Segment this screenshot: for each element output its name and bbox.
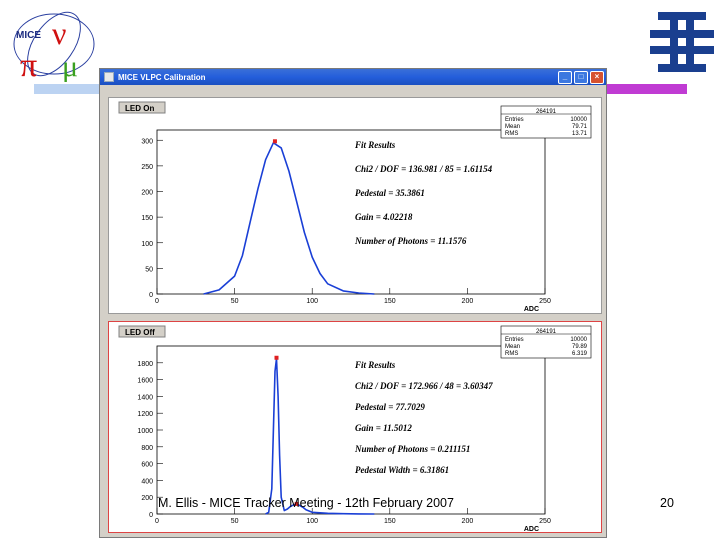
fit-result-line: Gain = 11.5012 <box>355 423 412 433</box>
svg-text:MICE: MICE <box>16 30 41 41</box>
svg-text:π: π <box>20 47 37 82</box>
stats-label: Mean <box>505 344 520 350</box>
window-icon <box>104 72 114 82</box>
x-tick-label: 250 <box>539 298 551 305</box>
y-tick-label: 1000 <box>137 428 153 435</box>
y-tick-label: 1600 <box>137 378 153 385</box>
y-tick-label: 400 <box>141 478 153 485</box>
stats-label: RMS <box>505 131 518 137</box>
y-tick-label: 800 <box>141 445 153 452</box>
stats-value: 13.71 <box>572 131 588 137</box>
fit-results-title: Fit Results <box>354 140 396 150</box>
y-tick-label: 0 <box>149 292 153 299</box>
led-on-panel: LED On 0 50 100 150 200 250 300 0 50 100 150 200 250 A… <box>108 97 602 314</box>
stats-label: RMS <box>505 351 518 357</box>
y-tick-label: 50 <box>145 266 153 273</box>
stats-title: 264191 <box>536 329 557 335</box>
x-tick-label: 200 <box>462 518 474 525</box>
stats-label: Entries <box>505 337 524 343</box>
window-title: MICE VLPC Calibration <box>118 72 206 82</box>
stats-label: Mean <box>505 124 520 130</box>
y-tick-label: 1800 <box>137 361 153 368</box>
x-tick-label: 50 <box>231 518 239 525</box>
calibration-window: MICE VLPC Calibration _ □ × LED On 0 50 100… <box>99 68 607 538</box>
stats-label: Entries <box>505 117 524 123</box>
fit-result-line: Pedestal Width = 6.31861 <box>355 465 449 475</box>
histogram-series <box>203 142 375 295</box>
plot-frame <box>156 129 546 295</box>
y-tick-label: 200 <box>141 190 153 197</box>
stats-title: 264191 <box>536 109 557 115</box>
x-tick-label: 0 <box>155 518 159 525</box>
plot-frame <box>156 345 546 515</box>
slide-number: 20 <box>660 496 674 510</box>
y-tick-label: 1400 <box>137 394 153 401</box>
close-button[interactable]: × <box>590 70 604 84</box>
fit-result-line: Number of Photons = 11.1576 <box>354 236 467 246</box>
peak-marker <box>274 355 279 360</box>
y-tick-label: 150 <box>141 215 153 222</box>
x-tick-label: 200 <box>462 298 474 305</box>
fit-result-line: Pedestal = 77.7029 <box>355 402 425 412</box>
fit-result-line: Number of Photons = 0.211151 <box>354 444 470 454</box>
led-toggle-label: LED On <box>125 104 154 113</box>
fit-curve <box>203 142 375 295</box>
stats-value: 10000 <box>570 337 587 343</box>
x-tick-label: 50 <box>231 298 239 305</box>
x-tick-label: 150 <box>384 298 396 305</box>
stats-value: 10000 <box>570 117 587 123</box>
decor-band-right <box>607 84 687 94</box>
x-tick-label: 250 <box>539 518 551 525</box>
x-tick-label: 100 <box>306 518 318 525</box>
fit-result-line: Pedestal = 35.3861 <box>355 188 425 198</box>
x-tick-label: 0 <box>155 298 159 305</box>
x-tick-label: 150 <box>384 518 396 525</box>
svg-text:μ: μ <box>62 50 78 82</box>
mice-logo-icon: MICE π ν μ <box>13 11 95 82</box>
peak-marker <box>272 139 277 144</box>
y-tick-label: 200 <box>141 495 153 502</box>
y-tick-label: 1200 <box>137 411 153 418</box>
y-tick-label: 250 <box>141 164 153 171</box>
maximize-button[interactable]: □ <box>574 70 588 84</box>
minimize-button[interactable]: _ <box>558 70 572 84</box>
window-titlebar[interactable]: MICE VLPC Calibration _ □ × <box>100 69 606 85</box>
stats-value: 79.89 <box>572 344 588 350</box>
svg-text:ν: ν <box>52 15 66 51</box>
y-tick-label: 600 <box>141 462 153 469</box>
y-tick-label: 100 <box>141 241 153 248</box>
fit-results-title: Fit Results <box>354 360 396 370</box>
x-axis-label: ADC <box>524 306 539 313</box>
decor-band-left <box>34 84 100 94</box>
fit-result-line: Chi2 / DOF = 136.981 / 85 = 1.61154 <box>355 164 493 174</box>
fit-result-line: Gain = 4.02218 <box>355 212 413 222</box>
stats-value: 6.319 <box>572 351 588 357</box>
slide-footer: M. Ellis - MICE Tracker Meeting - 12th F… <box>158 496 454 510</box>
stats-value: 79.71 <box>572 124 588 130</box>
y-tick-label: 300 <box>141 138 153 145</box>
x-axis-label: ADC <box>524 526 539 532</box>
x-tick-label: 100 <box>306 298 318 305</box>
led-on-histogram: LED On0501001502002503000 50 100 150 200 250A… <box>118 101 592 313</box>
y-tick-label: 0 <box>149 512 153 519</box>
fit-result-line: Chi2 / DOF = 172.966 / 48 = 3.60347 <box>355 381 493 391</box>
led-toggle-label: LED Off <box>125 328 155 337</box>
fermilab-logo-icon <box>650 12 714 72</box>
